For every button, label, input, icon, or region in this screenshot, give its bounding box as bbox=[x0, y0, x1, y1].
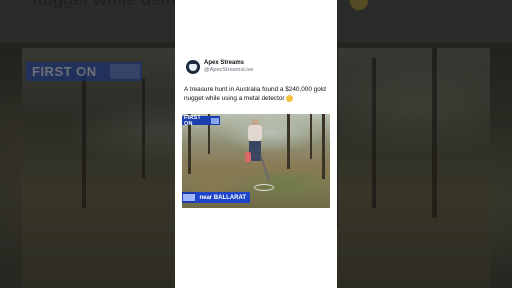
first-on-badge-text: FIRST ON bbox=[184, 114, 201, 127]
first-on-badge: FIRST ON bbox=[182, 114, 220, 127]
account-name[interactable]: Apex Streams bbox=[204, 60, 244, 66]
nine-network-logo-icon bbox=[182, 192, 196, 203]
metal-detector-icon bbox=[260, 155, 271, 183]
location-label: near BALLARAT bbox=[195, 192, 250, 203]
account-handle[interactable]: @ApexStreamsLive bbox=[204, 67, 254, 73]
account-avatar[interactable] bbox=[186, 60, 200, 74]
post-text-content: A treasure hunt in Australia found a $24… bbox=[184, 86, 326, 102]
video-player[interactable]: FIRST ON near BALLARAT bbox=[182, 114, 330, 208]
nine-network-logo-icon bbox=[211, 117, 219, 124]
wolf-logo-icon bbox=[189, 63, 197, 71]
post-text: A treasure hunt in Australia found a $24… bbox=[184, 85, 332, 103]
grinning-face-emoji-icon bbox=[285, 94, 293, 102]
location-lower-third: near BALLARAT bbox=[182, 192, 250, 203]
